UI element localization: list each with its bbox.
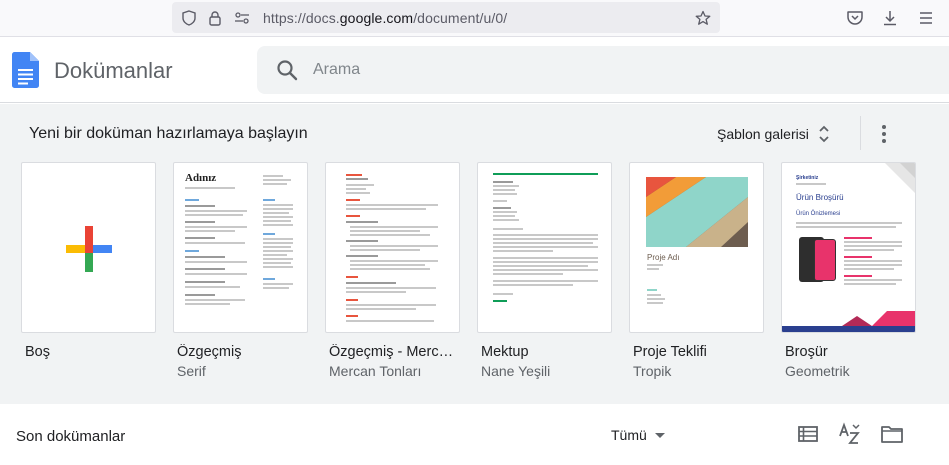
owner-filter-dropdown[interactable]: Tümü [611,424,665,446]
app-header: Dokümanlar [0,37,949,103]
template-subtitle: Geometrik [785,363,850,379]
thumb-resume-name: Adınız [185,172,217,184]
template-subtitle: Mercan Tonları [329,363,422,379]
app-title[interactable]: Dokümanlar [54,58,173,84]
permissions-icon[interactable] [234,10,250,26]
lock-icon[interactable] [207,10,223,26]
pocket-icon[interactable] [846,9,864,27]
url-text[interactable]: https://docs.google.com/document/u/0/ [263,10,507,26]
thumb-brochure-heading: Ürün Önizlemesi [796,211,841,217]
template-subtitle: Tropik [633,363,672,379]
geometric-footer [782,311,915,332]
list-view-icon[interactable] [796,422,820,446]
template-name: Proje Teklifi [633,344,707,360]
more-options-icon[interactable] [872,120,896,148]
shield-icon[interactable] [181,10,197,26]
template-gallery-label: Şablon galerisi [717,126,809,142]
thumb-company: Şirketiniz [796,175,819,181]
template-subtitle: Nane Yeşili [481,363,551,379]
template-name: Broşür [785,344,828,360]
geometric-corner [885,163,915,193]
template-thumbnail[interactable] [21,162,156,333]
template-letter-mint[interactable]: Mektup Nane Yeşili [477,162,613,379]
sort-az-icon[interactable] [838,422,862,446]
template-thumbnail[interactable]: Şirketiniz Ürün Broşürü Ürün Önizlemesi [781,162,916,333]
template-project-proposal[interactable]: Proje Adı Proje Teklifi Tropik [629,162,765,379]
search-box[interactable] [257,46,949,94]
divider [860,116,861,150]
template-thumbnail[interactable] [325,162,460,333]
template-subtitle: Serif [177,363,206,379]
thumb-brochure-title: Ürün Broşürü [796,193,844,202]
template-name: Özgeçmiş - Mercan Tonları [329,344,461,360]
template-brochure[interactable]: Şirketiniz Ürün Broşürü Ürün Önizlemesi [781,162,917,379]
template-thumbnail[interactable]: Proje Adı [629,162,764,333]
menu-icon[interactable] [917,9,935,27]
address-bar[interactable]: https://docs.google.com/document/u/0/ [172,2,720,33]
docs-logo-icon[interactable] [12,52,39,88]
template-thumbnail[interactable]: Adınız [173,162,308,333]
template-gallery-button[interactable]: Şablon galerisi [709,118,849,150]
template-thumbnail[interactable] [477,162,612,333]
folder-icon[interactable] [880,422,904,446]
recent-documents-bar: Son dokümanlar Tümü [0,404,949,465]
recent-documents-title: Son dokümanlar [16,428,126,445]
plus-icon [66,226,112,272]
template-name: Mektup [481,344,529,360]
owner-filter-label: Tümü [611,427,647,443]
search-input[interactable] [313,46,913,94]
template-name: Özgeçmiş [177,344,242,360]
template-blank[interactable]: Boş [21,162,157,363]
section-title: Yeni bir doküman hazırlamaya başlayın [29,125,308,142]
template-name: Boş [25,344,50,360]
bookmark-star-icon[interactable] [695,10,711,26]
template-resume-coral[interactable]: Özgeçmiş - Mercan Tonları Mercan Tonları [325,162,461,379]
download-icon[interactable] [881,9,899,27]
thumb-project-title: Proje Adı [647,253,680,262]
search-icon[interactable] [276,59,298,81]
caret-down-icon [654,432,665,438]
template-gallery-section: Yeni bir doküman hazırlamaya başlayın Şa… [0,104,949,404]
unfold-icon [819,125,829,143]
browser-toolbar: https://docs.google.com/document/u/0/ [0,0,949,37]
template-resume-serif[interactable]: Adınız Özgeçmiş Serif [173,162,309,379]
tropic-graphic [646,177,748,247]
